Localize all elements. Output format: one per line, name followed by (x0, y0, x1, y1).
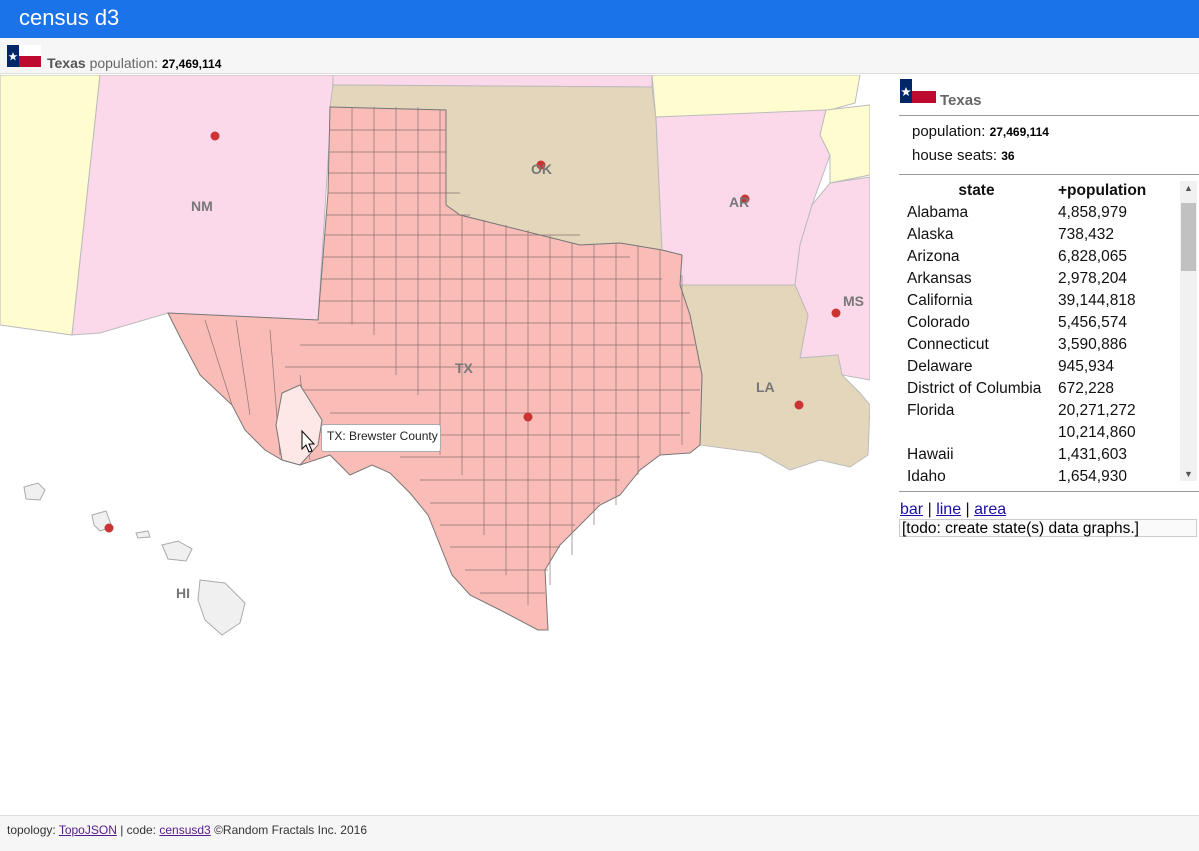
state-cell: Alaska (907, 226, 954, 243)
texas-flag-icon (7, 45, 41, 67)
texas-flag-icon (900, 79, 936, 103)
state-cell: Connecticut (907, 336, 989, 353)
table-row[interactable]: Connecticut 3,590,886 (899, 334, 1183, 356)
table-row[interactable]: Florida 20,271,272 (899, 400, 1183, 422)
footer: topology: TopoJSON | code: censusd3 ©Ran… (0, 815, 1199, 851)
table-row[interactable]: California 39,144,818 (899, 290, 1183, 312)
state-population-summary: Texas population: 27,469,114 (47, 55, 221, 71)
label-nm: NM (191, 198, 213, 214)
state-name: Texas (940, 92, 982, 109)
state-cell: District of Columbia (907, 380, 1042, 397)
table-row[interactable]: Arkansas 2,978,204 (899, 268, 1183, 290)
copyright: ©Random Fractals Inc. 2016 (214, 823, 367, 837)
table-row[interactable]: Hawaii 1,431,603 (899, 444, 1183, 466)
app-title-bar: census d3 (0, 0, 1199, 38)
state-cell: Arkansas (907, 270, 972, 287)
table-scrollbar[interactable]: ▲ ▼ (1180, 181, 1197, 481)
scrollbar-thumb[interactable] (1181, 203, 1196, 271)
label-hi: HI (176, 585, 190, 601)
state-cell: Florida (907, 402, 955, 419)
state-population-table[interactable]: state +population Alabama 4,858,979 Alaska… (899, 180, 1199, 485)
table-row[interactable]: District of Columbia 672,228 (899, 378, 1183, 400)
population-cell: 10,214,860 (1058, 424, 1136, 441)
code-label: | code: (120, 823, 157, 837)
table-row[interactable]: Alabama 4,858,979 (899, 202, 1183, 224)
population-cell: 1,431,603 (1058, 446, 1127, 463)
population-cell: 39,144,818 (1058, 292, 1136, 309)
table-row[interactable]: Arizona 6,828,065 (899, 246, 1183, 268)
chart-type-links: bar | line | area (900, 501, 1006, 519)
topology-label: topology: (7, 823, 56, 837)
state-details-panel: Texas population: 27,469,114 house seats… (899, 75, 1199, 815)
table-row[interactable]: Alaska 738,432 (899, 224, 1183, 246)
censusd3-link[interactable]: censusd3 (159, 823, 210, 837)
population-label: population: (912, 123, 986, 140)
population-cell: 6,828,065 (1058, 248, 1127, 265)
label-ar: AR (729, 194, 749, 210)
house-seats-stat: house seats: 36 (912, 147, 1015, 164)
map-area[interactable]: NM OK AR MS LA TX HI TX: Brewster County (0, 75, 870, 815)
todo-note: [todo: create state(s) data graphs.] (899, 519, 1197, 537)
app-title: census d3 (19, 5, 120, 30)
population-label: population: (89, 55, 159, 71)
selected-state-bar: Texas population: 27,469,114 (0, 38, 1199, 74)
area-link[interactable]: area (974, 501, 1006, 518)
state-cell: Alabama (907, 204, 969, 221)
table-row[interactable]: Delaware 945,934 (899, 356, 1183, 378)
table-row[interactable]: 10,214,860 (899, 422, 1183, 444)
county-tooltip: TX: Brewster County (321, 424, 441, 452)
table-row[interactable]: Idaho 1,654,930 (899, 466, 1183, 485)
state-hi[interactable] (23, 482, 246, 636)
state-cell: Arizona (907, 248, 960, 265)
label-tx: TX (455, 360, 474, 376)
population-cell: 4,858,979 (1058, 204, 1127, 221)
state-cell: Hawaii (907, 446, 954, 463)
population-cell: 3,590,886 (1058, 336, 1127, 353)
population-cell: 20,271,272 (1058, 402, 1136, 419)
bar-link[interactable]: bar (900, 501, 923, 518)
divider (899, 115, 1199, 116)
population-cell: 2,978,204 (1058, 270, 1127, 287)
population-value: 27,469,114 (989, 125, 1049, 139)
population-cell: 672,228 (1058, 380, 1115, 397)
population-cell: 1,654,930 (1058, 468, 1127, 485)
column-header-state[interactable]: state (899, 180, 1054, 202)
state-name: Texas (47, 55, 86, 71)
scroll-up-icon[interactable]: ▲ (1180, 181, 1197, 195)
column-header-population[interactable]: +population (1054, 180, 1183, 202)
divider (899, 491, 1199, 492)
line-link[interactable]: line (936, 501, 961, 518)
house-seats-label: house seats: (912, 147, 998, 164)
state-cell: Colorado (907, 314, 970, 331)
population-cell: 5,456,574 (1058, 314, 1127, 331)
state-cell (899, 422, 1054, 444)
divider (899, 174, 1199, 175)
house-seats-value: 36 (1001, 149, 1015, 163)
population-cell: 945,934 (1058, 358, 1115, 375)
population-stat: population: 27,469,114 (912, 123, 1049, 140)
state-tn[interactable] (819, 104, 870, 184)
population-cell: 738,432 (1058, 226, 1115, 243)
state-cell: Delaware (907, 358, 973, 375)
table-row[interactable]: Colorado 5,456,574 (899, 312, 1183, 334)
link-separator: | (965, 501, 970, 518)
state-cell: California (907, 292, 973, 309)
population-value: 27,469,114 (161, 57, 222, 71)
state-cell: Idaho (907, 468, 946, 485)
label-ok: OK (531, 161, 552, 177)
label-la: LA (756, 379, 775, 395)
link-separator: | (927, 501, 932, 518)
topojson-link[interactable]: TopoJSON (59, 823, 117, 837)
scroll-down-icon[interactable]: ▼ (1180, 467, 1197, 481)
label-ms: MS (843, 293, 864, 309)
